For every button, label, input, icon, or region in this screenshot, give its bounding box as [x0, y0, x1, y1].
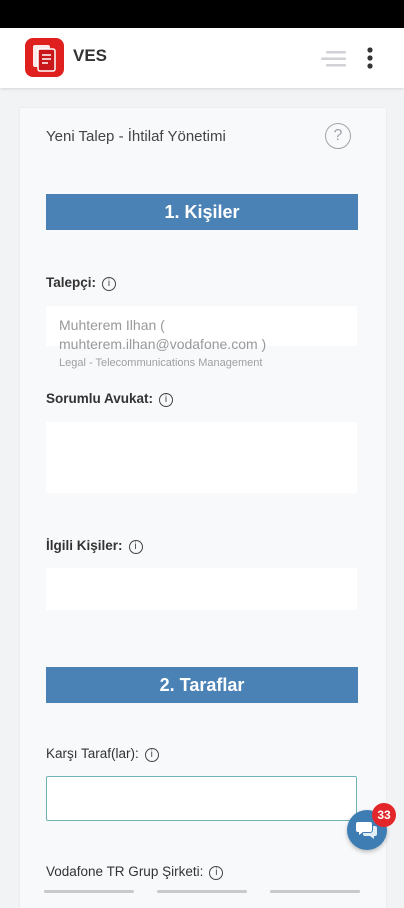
form-title: Yeni Talep - İhtilaf Yönetimi [46, 128, 226, 145]
karsi-taraf-label: Karşı Taraf(lar): i [46, 746, 159, 762]
requester-value: Muhterem Ilhan ( muhterem.ilhan@vodafone… [59, 317, 267, 352]
karsi-taraf-input[interactable] [46, 776, 357, 821]
info-icon[interactable]: i [128, 540, 143, 554]
ilgili-kisiler-label: İlgili Kişiler: i [46, 538, 143, 554]
bottom-nav-indicator [270, 890, 360, 893]
sorumlu-avukat-field[interactable] [46, 422, 357, 493]
grup-sirketi-label: Vodafone TR Grup Şirketi: i [46, 864, 224, 880]
info-icon[interactable]: i [159, 393, 174, 407]
section-header-kisiler: 1. Kişiler [46, 194, 358, 230]
ilgili-kisiler-field[interactable] [46, 568, 357, 610]
app-title: VES [73, 46, 108, 65]
hamburger-menu-icon[interactable] [318, 49, 348, 69]
section-header-taraflar: 2. Taraflar [46, 667, 358, 703]
info-icon[interactable]: i [209, 866, 224, 880]
bottom-nav-indicator [157, 890, 247, 893]
bottom-nav-indicator [44, 890, 134, 893]
sorumlu-avukat-label: Sorumlu Avukat: i [46, 391, 174, 407]
status-bar [0, 0, 404, 28]
notification-badge: 33 [372, 803, 396, 827]
info-icon[interactable]: i [144, 748, 159, 762]
requester-department: Legal - Telecommunications Management [59, 357, 263, 369]
info-icon[interactable]: i [102, 277, 117, 291]
more-options-icon[interactable] [361, 46, 379, 72]
app-logo-icon [25, 38, 64, 77]
help-icon[interactable]: ? [325, 123, 351, 149]
talepci-label: Talepçi: i [46, 275, 117, 291]
app-bar: VES [0, 28, 404, 88]
